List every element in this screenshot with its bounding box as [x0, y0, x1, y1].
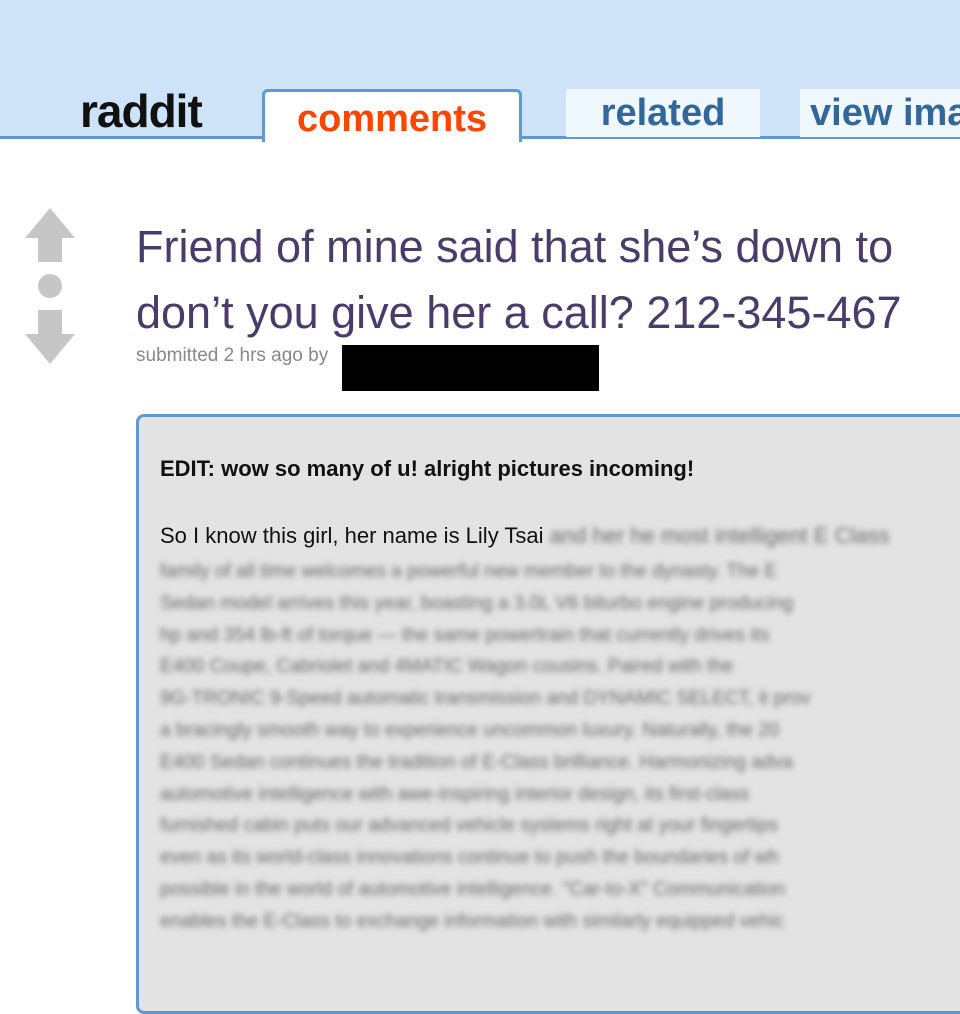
post-body-blurred-tail: and her he most intelligent E Class: [549, 523, 890, 548]
post-edit-note: EDIT: wow so many of u! alright pictures…: [160, 456, 695, 481]
blurred-line: Sedan model arrives this year, boasting …: [160, 592, 794, 614]
blurred-line: even as its world-class innovations cont…: [160, 847, 779, 869]
post-title-line-1[interactable]: Friend of mine said that she’s down to: [136, 214, 960, 280]
post-title-line-2[interactable]: don’t you give her a call? 212-345-467: [136, 280, 960, 346]
tab-related[interactable]: related: [566, 89, 760, 137]
post-title[interactable]: Friend of mine said that she’s down to d…: [136, 214, 960, 346]
tab-comments[interactable]: comments: [262, 89, 522, 142]
score-dot: [38, 274, 62, 298]
vote-controls: [22, 206, 78, 366]
blurred-line: possible in the world of automotive inte…: [160, 878, 785, 900]
tab-view-images[interactable]: view ima: [800, 89, 960, 137]
blurred-line: enables the E-Class to exchange informat…: [160, 910, 785, 932]
blurred-line: E400 Coupe, Cabriolet and 4MATIC Wagon c…: [160, 656, 734, 678]
post-body-blurred-text: family of all time welcomes a powerful n…: [160, 556, 960, 938]
upvote-arrow-icon[interactable]: [25, 208, 75, 262]
blurred-line: automotive intelligence with awe-inspiri…: [160, 783, 750, 805]
blurred-line: hp and 354 lb-ft of torque — the same po…: [160, 624, 770, 646]
redacted-username: [342, 345, 599, 391]
blurred-line: a bracingly smooth way to experience unc…: [160, 719, 780, 741]
blurred-line: furnished cabin puts our advanced vehicl…: [160, 815, 778, 837]
blurred-line: 9G-TRONIC 9-Speed automatic transmission…: [160, 688, 811, 710]
site-logo[interactable]: raddit: [80, 84, 203, 138]
post-body-intro: So I know this girl, her name is Lily Ts…: [160, 523, 544, 548]
downvote-arrow-icon[interactable]: [25, 310, 75, 364]
blurred-line: family of all time welcomes a powerful n…: [160, 561, 778, 582]
post-tagline: submitted 2 hrs ago by: [136, 345, 329, 366]
post-body-first-line: So I know this girl, her name is Lily Ts…: [160, 523, 890, 549]
blurred-line: E400 Sedan continues the tradition of E-…: [160, 751, 793, 773]
